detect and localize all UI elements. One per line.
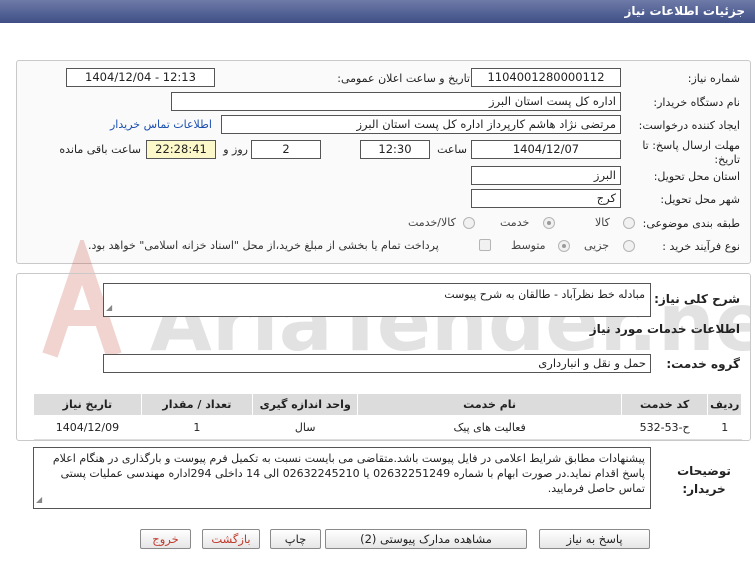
process-medium-radio[interactable] <box>558 240 570 252</box>
deadline-time-field: 12:30 <box>360 140 430 159</box>
services-section-title: اطلاعات خدمات مورد نیاز <box>589 322 740 336</box>
announce-label: تاریخ و ساعت اعلان عمومی: <box>337 72 470 85</box>
window-titlebar: جزئیات اطلاعات نیاز <box>0 0 755 23</box>
col-row: ردیف <box>707 393 742 416</box>
print-button[interactable]: چاپ <box>270 529 321 549</box>
days-field: 2 <box>251 140 321 159</box>
deadline-label: مهلت ارسال پاسخ: تا تاریخ: <box>642 139 740 166</box>
exit-button[interactable]: خروج <box>140 529 191 549</box>
category-goods-service-label: کالا/خدمت <box>408 216 456 229</box>
summary-field: مبادله خط نظرآباد - طالقان به شرح پیوست … <box>103 283 651 317</box>
reply-button[interactable]: پاسخ به نیاز <box>539 529 650 549</box>
services-table: ردیف کد خدمت نام خدمت واحد اندازه گیری ت… <box>33 393 742 440</box>
category-goods-service-radio[interactable] <box>463 217 475 229</box>
summary-text: مبادله خط نظرآباد - طالقان به شرح پیوست <box>444 288 645 301</box>
buyer-notes-text: پیشنهادات مطابق شرایط اعلامی در فایل پیو… <box>52 452 645 495</box>
category-label: طبقه بندی موضوعی: <box>642 217 740 230</box>
creator-field: مرتضی نژاد هاشم کارپرداز اداره کل پست اس… <box>221 115 621 134</box>
city-field: کرج <box>471 189 621 208</box>
summary-label: شرح کلی نیاز: <box>654 292 740 306</box>
process-medium-label: متوسط <box>511 239 546 252</box>
cell-unit: سال <box>252 415 358 440</box>
col-qty: تعداد / مقدار <box>140 393 253 416</box>
category-service-radio[interactable] <box>543 217 555 229</box>
col-unit: واحد اندازه گیری <box>251 393 359 416</box>
need-number-field: 1104001280000112 <box>471 68 621 87</box>
process-minor-label: جزیی <box>584 239 610 252</box>
back-button[interactable]: بازگشت <box>202 529 260 549</box>
treasury-payment-checkbox[interactable] <box>479 239 491 251</box>
deadline-hour-label: ساعت <box>437 143 467 156</box>
resize-grip-icon[interactable]: ◢ <box>36 492 42 507</box>
category-goods-label: کالا <box>595 216 610 229</box>
creator-label: ایجاد کننده درخواست: <box>638 119 740 132</box>
province-field: البرز <box>471 166 621 185</box>
announce-field: 1404/12/04 - 12:13 <box>66 68 215 87</box>
city-label: شهر محل تحویل: <box>660 193 740 206</box>
buyer-notes-label: توضیحات خریدار: <box>677 464 731 496</box>
view-attachments-button[interactable]: مشاهده مدارک پیوستی (2) <box>325 529 527 549</box>
cell-name: فعالیت های پیک <box>357 415 622 440</box>
buyer-org-label: نام دستگاه خریدار: <box>653 96 740 109</box>
remaining-time-field: 22:28:41 <box>146 140 216 159</box>
process-label: نوع فرآیند خرید : <box>662 240 740 253</box>
treasury-payment-note: پرداخت تمام یا بخشی از مبلغ خرید،از محل … <box>88 239 439 252</box>
province-label: استان محل تحویل: <box>653 170 740 183</box>
col-code: کد خدمت <box>620 393 709 416</box>
cell-date: 1404/12/09 <box>33 415 142 440</box>
buyer-notes-field: پیشنهادات مطابق شرایط اعلامی در فایل پیو… <box>33 447 651 509</box>
days-label: روز و <box>223 143 248 156</box>
window-title: جزئیات اطلاعات نیاز <box>624 4 745 18</box>
service-group-field: حمل و نقل و انبارداری <box>103 354 651 373</box>
category-service-label: خدمت <box>500 216 530 229</box>
deadline-date-field: 1404/12/07 <box>471 140 621 159</box>
cell-code: ح-53-532 <box>621 415 708 440</box>
service-group-label: گروه خدمت: <box>666 357 740 371</box>
category-goods-radio[interactable] <box>623 217 635 229</box>
cell-qty: 1 <box>141 415 253 440</box>
process-minor-radio[interactable] <box>623 240 635 252</box>
cell-row: 1 <box>707 415 742 440</box>
buyer-org-field: اداره کل پست استان البرز <box>171 92 621 111</box>
remaining-label: ساعت باقی مانده <box>59 143 141 156</box>
need-number-label: شماره نیاز: <box>687 72 740 85</box>
col-date: تاریخ نیاز <box>33 393 142 416</box>
services-table-header: ردیف کد خدمت نام خدمت واحد اندازه گیری ت… <box>33 393 742 416</box>
resize-grip-icon[interactable]: ◢ <box>106 300 112 315</box>
col-name: نام خدمت <box>357 393 622 416</box>
table-row: 1 ح-53-532 فعالیت های پیک سال 1 1404/12/… <box>33 415 742 440</box>
buyer-contact-link[interactable]: اطلاعات تماس خریدار <box>110 118 212 131</box>
